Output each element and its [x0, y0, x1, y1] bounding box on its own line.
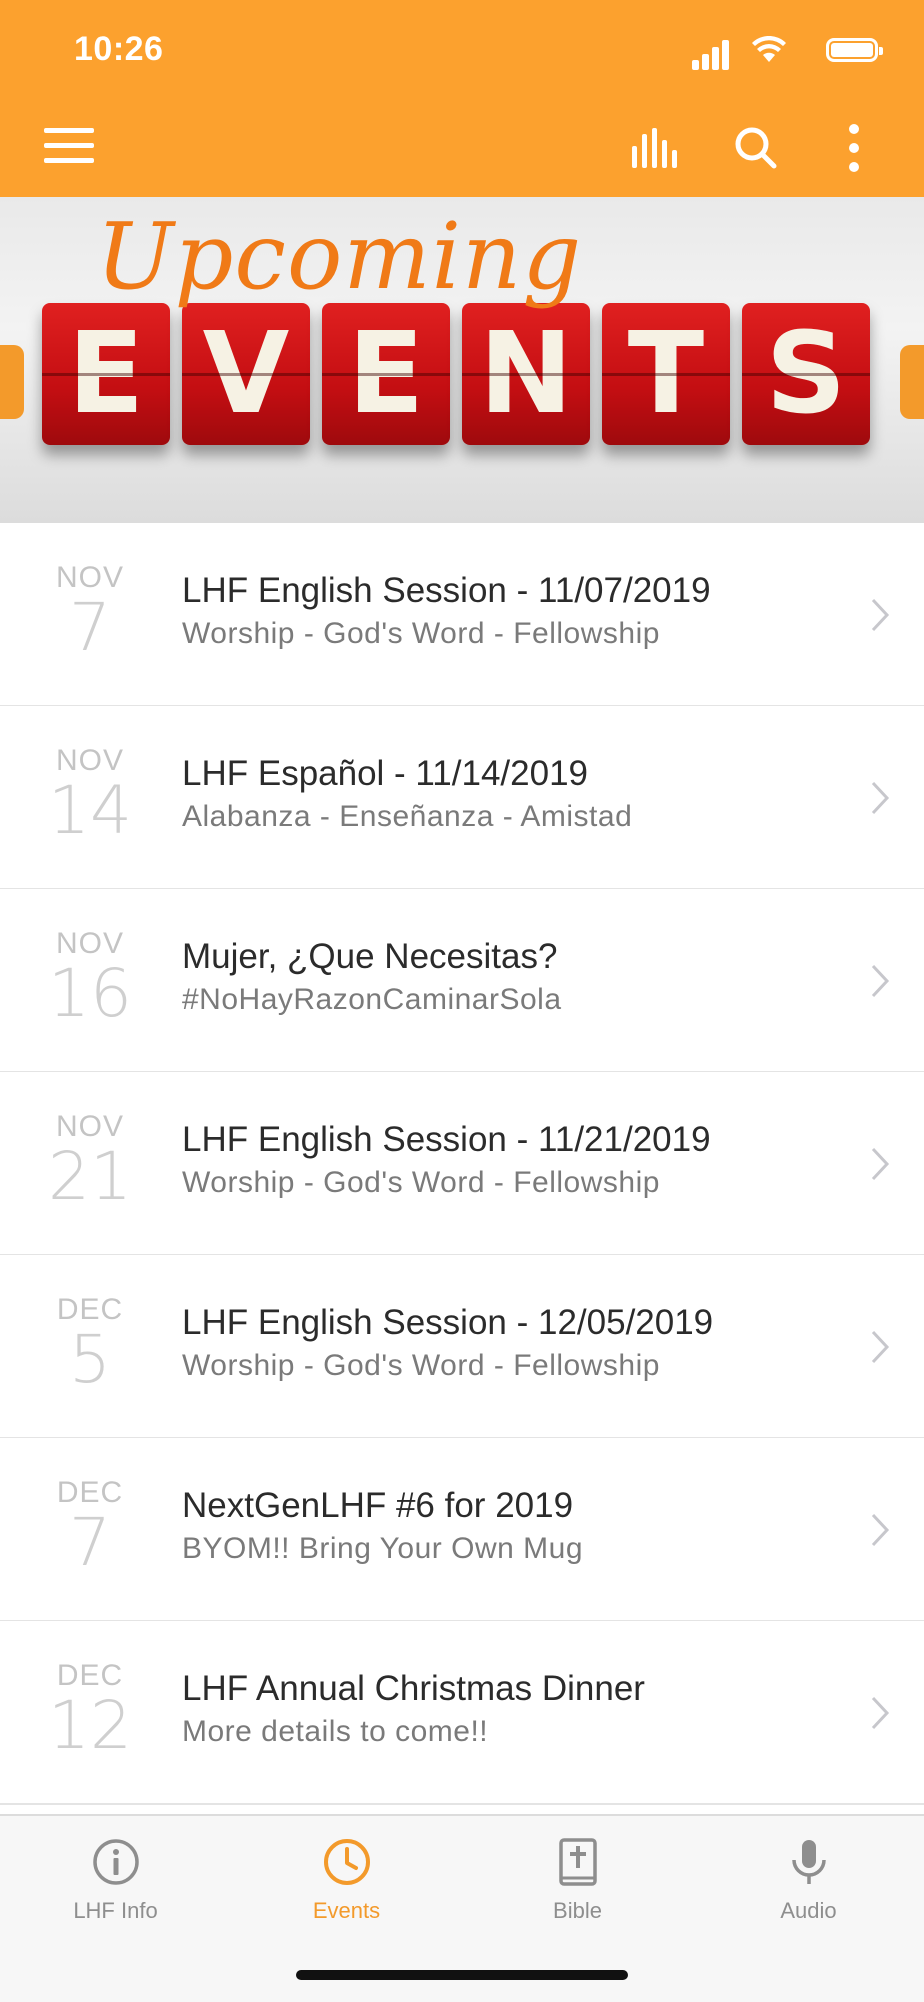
chevron-right-icon: [871, 1513, 890, 1547]
event-row[interactable]: DEC 12 LHF Annual Christmas Dinner More …: [0, 1621, 924, 1805]
status-time: 10:26: [74, 30, 164, 68]
chevron-right-icon: [871, 598, 890, 632]
event-row[interactable]: NOV 21 LHF English Session - 11/21/2019 …: [0, 1072, 924, 1256]
chevron-right-icon: [871, 1330, 890, 1364]
event-row[interactable]: DEC 7 NextGenLHF #6 for 2019 BYOM!! Brin…: [0, 1438, 924, 1622]
upcoming-events-banner[interactable]: E V E N T S Upcoming: [0, 197, 924, 523]
event-day: 7: [69, 589, 111, 666]
event-row[interactable]: DEC 5 LHF English Session - 12/05/2019 W…: [0, 1255, 924, 1439]
event-day: 12: [48, 1687, 132, 1764]
banner-tile: S: [742, 303, 870, 445]
search-icon[interactable]: [734, 126, 778, 170]
event-subtitle: BYOM!! Bring Your Own Mug: [182, 1532, 584, 1565]
event-day: 5: [69, 1321, 111, 1398]
tab-audio[interactable]: Audio: [693, 1816, 924, 1946]
event-day: 16: [48, 955, 132, 1032]
event-subtitle: Alabanza - Enseñanza - Amistad: [182, 800, 633, 833]
event-title: LHF Annual Christmas Dinner: [182, 1669, 645, 1708]
hamburger-menu-icon[interactable]: [44, 128, 94, 164]
battery-icon: [826, 38, 883, 62]
event-subtitle: Worship - God's Word - Fellowship: [182, 1349, 660, 1382]
event-title: LHF English Session - 12/05/2019: [182, 1303, 714, 1342]
wifi-icon: [752, 36, 786, 62]
clock-icon: [324, 1839, 370, 1885]
info-icon: [93, 1839, 139, 1885]
tab-bible[interactable]: Bible: [462, 1816, 693, 1946]
app-header: 10:26: [0, 0, 924, 197]
banner-tile: T: [602, 303, 730, 445]
event-row[interactable]: NOV 14 LHF Español - 11/14/2019 Alabanza…: [0, 706, 924, 890]
chevron-right-icon: [871, 964, 890, 998]
chevron-right-icon: [871, 781, 890, 815]
event-day: 7: [69, 1504, 111, 1581]
banner-tiles: E V E N T S: [42, 303, 880, 453]
event-title: LHF Español - 11/14/2019: [182, 754, 589, 793]
equalizer-icon[interactable]: [630, 128, 682, 168]
tab-label: Bible: [553, 1898, 602, 1923]
tab-events[interactable]: Events: [231, 1816, 462, 1946]
more-vertical-icon[interactable]: [848, 124, 860, 172]
tab-lhf-info[interactable]: LHF Info: [0, 1816, 231, 1946]
banner-edge-tab-left: [0, 345, 24, 419]
tab-label: Events: [312, 1898, 381, 1923]
chevron-right-icon: [871, 1696, 890, 1730]
banner-tile: E: [322, 303, 450, 445]
event-day: 14: [48, 772, 132, 849]
banner-tile: E: [42, 303, 170, 445]
home-indicator[interactable]: [296, 1970, 628, 1980]
event-title: LHF English Session - 11/07/2019: [182, 571, 711, 610]
banner-tile: V: [182, 303, 310, 445]
event-title: Mujer, ¿Que Necesitas?: [182, 937, 558, 976]
bible-icon: [559, 1838, 597, 1886]
event-title: LHF English Session - 11/21/2019: [182, 1120, 711, 1159]
event-subtitle: #NoHayRazonCaminarSola: [182, 983, 562, 1016]
chevron-right-icon: [871, 1147, 890, 1181]
event-title: NextGenLHF #6 for 2019: [182, 1486, 574, 1525]
tab-label: Audio: [780, 1898, 837, 1923]
signal-icon: [692, 34, 732, 70]
microphone-icon: [792, 1840, 826, 1884]
event-day: 21: [48, 1138, 132, 1215]
tab-label: LHF Info: [73, 1898, 158, 1923]
event-row[interactable]: NOV 16 Mujer, ¿Que Necesitas? #NoHayRazo…: [0, 889, 924, 1073]
banner-edge-tab-right: [900, 345, 924, 419]
event-subtitle: More details to come!!: [182, 1715, 489, 1748]
event-subtitle: Worship - God's Word - Fellowship: [182, 1166, 660, 1199]
event-row[interactable]: NOV 7 LHF English Session - 11/07/2019 W…: [0, 523, 924, 707]
banner-tile: N: [462, 303, 590, 445]
event-subtitle: Worship - God's Word - Fellowship: [182, 617, 660, 650]
banner-script-text: Upcoming: [96, 203, 583, 310]
